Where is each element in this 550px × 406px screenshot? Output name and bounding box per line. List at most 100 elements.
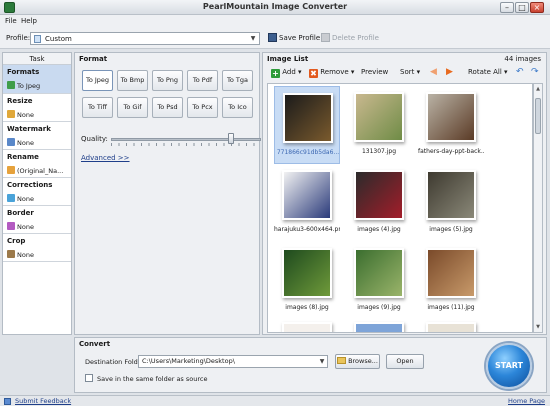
menu-file[interactable]: File: [5, 17, 17, 25]
menu-bar: File Help: [0, 15, 550, 27]
thumbnail-image: [426, 322, 476, 332]
add-button[interactable]: + Add ▾: [271, 67, 302, 78]
menu-help[interactable]: Help: [21, 17, 37, 25]
partial-thumbnail[interactable]: [346, 316, 412, 332]
partial-thumbnail[interactable]: [418, 316, 484, 332]
preview-button[interactable]: Preview: [361, 67, 388, 77]
rotate-left-icon[interactable]: ↶: [516, 67, 524, 77]
task-section-crop[interactable]: Crop None: [3, 234, 71, 262]
task-section-border[interactable]: Border None: [3, 206, 71, 234]
move-left-icon[interactable]: ◀: [430, 67, 437, 77]
thumbnail-image: [282, 248, 332, 298]
format-button-pcx[interactable]: To Pcx: [187, 97, 218, 118]
destination-input[interactable]: C:\Users\Marketing\Desktop\ ▼: [138, 355, 328, 368]
quality-label: Quality:: [81, 135, 108, 143]
task-section-name: Rename: [7, 153, 39, 161]
remove-button[interactable]: ✖ Remove ▾: [309, 67, 354, 78]
rotate-all-button[interactable]: Rotate All ▾: [468, 67, 508, 77]
task-section-resize[interactable]: Resize None: [3, 94, 71, 122]
image-thumbnail[interactable]: images (4).jpg: [346, 164, 412, 242]
status-bar: Submit Feedback Home Page: [0, 395, 550, 406]
scroll-thumb[interactable]: [535, 98, 541, 134]
format-button-ico[interactable]: To Ico: [222, 97, 253, 118]
browse-button[interactable]: Browse...: [335, 354, 380, 369]
format-button-bmp[interactable]: To Bmp: [117, 70, 148, 91]
task-section-value: None: [17, 111, 34, 119]
chevron-down-icon[interactable]: ▼: [317, 357, 327, 366]
thumbnail-image: [426, 170, 476, 220]
task-section-rename[interactable]: Rename (Original_Na...: [3, 150, 71, 178]
convert-panel: Convert Destination Folder: C:\Users\Mar…: [74, 337, 547, 393]
folder-icon: [337, 357, 347, 364]
rotate-all-label: Rotate All: [468, 68, 502, 76]
add-icon: +: [271, 69, 280, 78]
watermark-icon: [7, 138, 15, 146]
thumbnail-caption: images (9).jpg: [357, 304, 401, 311]
move-right-icon[interactable]: ▶: [446, 67, 453, 77]
thumbnail-image: [426, 92, 476, 142]
image-thumbnail[interactable]: images (11).jpg: [418, 242, 484, 320]
thumbnail-grid: 771866c91db5da6... 131307.jpg fathers-day-…: [267, 83, 533, 333]
corrections-icon: [7, 194, 15, 202]
image-list-title: Image List: [267, 55, 309, 63]
feedback-icon: [4, 398, 11, 405]
advanced-link[interactable]: Advanced >>: [81, 154, 130, 162]
close-button[interactable]: ×: [530, 2, 544, 13]
thumbnail-caption: 131307.jpg: [361, 148, 397, 155]
task-section-watermark[interactable]: Watermark None: [3, 122, 71, 150]
format-button-tga[interactable]: To Tga: [222, 70, 253, 91]
title-bar: PearlMountain Image Converter – □ ×: [0, 0, 550, 15]
format-button-tiff[interactable]: To Tiff: [82, 97, 113, 118]
task-section-value: (Original_Na...: [17, 167, 64, 175]
open-button[interactable]: Open: [386, 354, 424, 369]
thumbnail-image: [282, 322, 332, 332]
submit-feedback-link[interactable]: Submit Feedback: [15, 397, 71, 405]
start-button[interactable]: START: [486, 343, 532, 389]
delete-profile-button[interactable]: Delete Profile: [321, 32, 379, 45]
quality-slider-track[interactable]: [111, 138, 261, 141]
format-button-psd[interactable]: To Psd: [152, 97, 183, 118]
format-button-gif[interactable]: To Gif: [117, 97, 148, 118]
image-thumbnail[interactable]: harajuku3-600x464.png: [274, 164, 340, 242]
image-thumbnail[interactable]: fathers-day-ppt-back...: [418, 86, 484, 164]
scroll-down-icon[interactable]: ▼: [534, 322, 542, 332]
same-folder-label: Save in the same folder as source: [97, 375, 208, 383]
image-list-scrollbar[interactable]: ▲ ▼: [533, 83, 543, 333]
maximize-button[interactable]: □: [515, 2, 529, 13]
format-button-jpeg[interactable]: To Jpeg: [82, 70, 113, 91]
image-thumbnail[interactable]: images (5).jpg: [418, 164, 484, 242]
save-profile-button[interactable]: Save Profile: [268, 32, 320, 45]
format-button-png[interactable]: To Png: [152, 70, 183, 91]
quality-slider-thumb[interactable]: [228, 133, 234, 144]
thumbnail-image: [426, 248, 476, 298]
profile-bar: Profile: Custom ▼ Save Profile Delete Pr…: [0, 27, 550, 49]
profile-select[interactable]: Custom ▼: [30, 32, 260, 45]
image-thumbnail[interactable]: 131307.jpg: [346, 86, 412, 164]
image-thumbnail[interactable]: 771866c91db5da6...: [274, 86, 340, 164]
image-thumbnail[interactable]: images (9).jpg: [346, 242, 412, 320]
minimize-button[interactable]: –: [500, 2, 514, 13]
jpeg-icon: [7, 81, 15, 89]
image-thumbnail[interactable]: images (8).jpg: [274, 242, 340, 320]
rotate-right-icon[interactable]: ↷: [531, 67, 539, 77]
profile-label: Profile:: [6, 34, 31, 42]
format-button-pdf[interactable]: To Pdf: [187, 70, 218, 91]
same-folder-checkbox[interactable]: [85, 374, 93, 382]
partial-thumbnail[interactable]: [274, 316, 340, 332]
delete-profile-label: Delete Profile: [332, 34, 379, 42]
task-section-formats[interactable]: Formats To Jpeg: [3, 65, 71, 94]
sort-label: Sort: [400, 68, 415, 76]
pencil-icon: [7, 166, 15, 174]
task-panel: Task Formats To Jpeg Resize None Watermark No…: [2, 52, 72, 335]
quality-slider-ticks: [111, 143, 261, 146]
sort-button[interactable]: Sort ▾: [400, 67, 420, 77]
profile-value: Custom: [45, 35, 72, 43]
task-section-name: Formats: [7, 68, 40, 76]
chevron-down-icon[interactable]: ▼: [248, 34, 258, 43]
task-section-value: None: [17, 139, 34, 147]
task-section-corrections[interactable]: Corrections None: [3, 178, 71, 206]
save-icon: [268, 33, 277, 42]
scroll-up-icon[interactable]: ▲: [534, 84, 542, 94]
task-section-value: To Jpeg: [17, 82, 41, 90]
home-page-link[interactable]: Home Page: [508, 397, 545, 405]
